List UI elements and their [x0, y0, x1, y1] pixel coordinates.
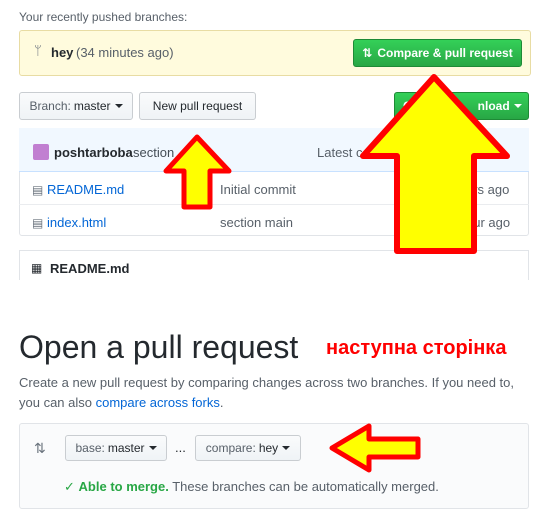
- annotation-arrow-up-large: [360, 74, 510, 254]
- annotation-arrow-left: [329, 423, 421, 473]
- annotation-arrow-up-small: [163, 134, 232, 210]
- annotation-arrows: [163, 74, 510, 473]
